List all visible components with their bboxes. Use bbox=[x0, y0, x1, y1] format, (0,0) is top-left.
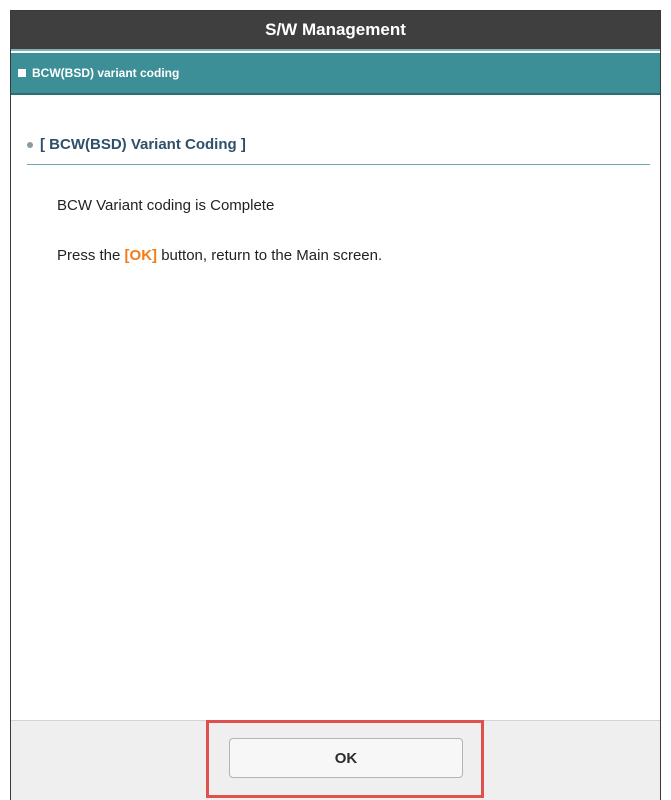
highlight-box bbox=[206, 720, 484, 798]
dialog-title-bar: S/W Management bbox=[11, 11, 660, 51]
content-heading: [ BCW(BSD) Variant Coding ] bbox=[27, 135, 650, 165]
section-label: BCW(BSD) variant coding bbox=[32, 66, 180, 80]
instruction-prefix: Press the bbox=[57, 247, 125, 264]
section-header: BCW(BSD) variant coding bbox=[11, 53, 660, 95]
dialog-title: S/W Management bbox=[265, 20, 406, 39]
instruction-suffix: button, return to the Main screen. bbox=[157, 247, 383, 264]
completion-message: BCW Variant coding is Complete bbox=[57, 197, 275, 214]
square-icon bbox=[18, 69, 26, 77]
sw-management-dialog: S/W Management BCW(BSD) variant coding [… bbox=[10, 10, 661, 800]
instruction-message: Press the [OK] button, return to the Mai… bbox=[57, 247, 382, 264]
heading-text: [ BCW(BSD) Variant Coding ] bbox=[40, 136, 246, 153]
instruction-ok-highlight: [OK] bbox=[124, 247, 158, 264]
bullet-icon bbox=[27, 142, 33, 148]
